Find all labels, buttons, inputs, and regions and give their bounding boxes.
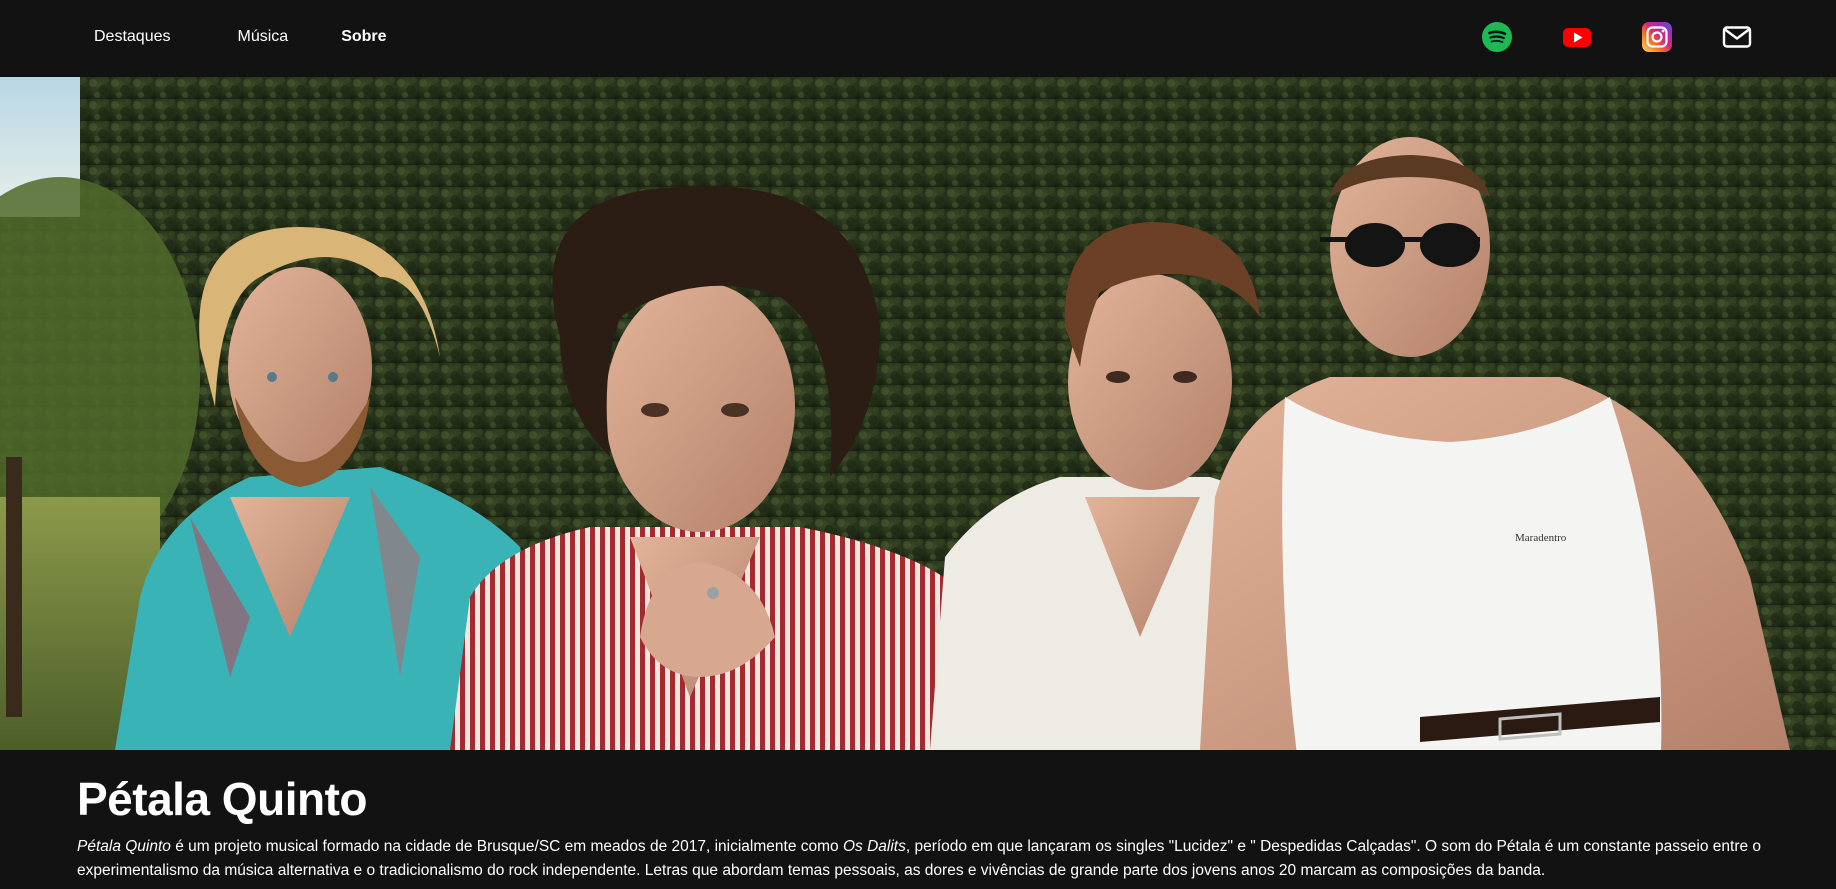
about-section: Pétala Quinto Pétala Quinto é um projeto… [0,750,1836,889]
band-photo: Maradentro [0,77,1836,750]
nav-links: Destaques Música Sobre [94,0,387,74]
shirt-print: Maradentro [1515,532,1567,544]
instagram-icon[interactable] [1642,22,1672,52]
social-links [1482,22,1752,52]
nav-link-sobre[interactable]: Sobre [341,28,386,46]
band-name-italic: Pétala Quinto [77,838,171,855]
band-photo-illustration: Maradentro [0,77,1836,750]
nav-link-destaques[interactable]: Destaques [94,28,171,46]
nav-link-musica[interactable]: Música [238,28,289,46]
mail-icon[interactable] [1722,22,1752,52]
former-name-italic: Os Dalits [842,838,906,855]
band-title: Pétala Quinto [77,773,367,825]
spotify-icon[interactable] [1482,22,1512,52]
youtube-icon[interactable] [1562,22,1592,52]
description-part-1: é um projeto musical formado na cidade d… [170,838,843,855]
top-navbar: Destaques Música Sobre [0,0,1836,77]
band-description: Pétala Quinto é um projeto musical forma… [77,835,1767,883]
